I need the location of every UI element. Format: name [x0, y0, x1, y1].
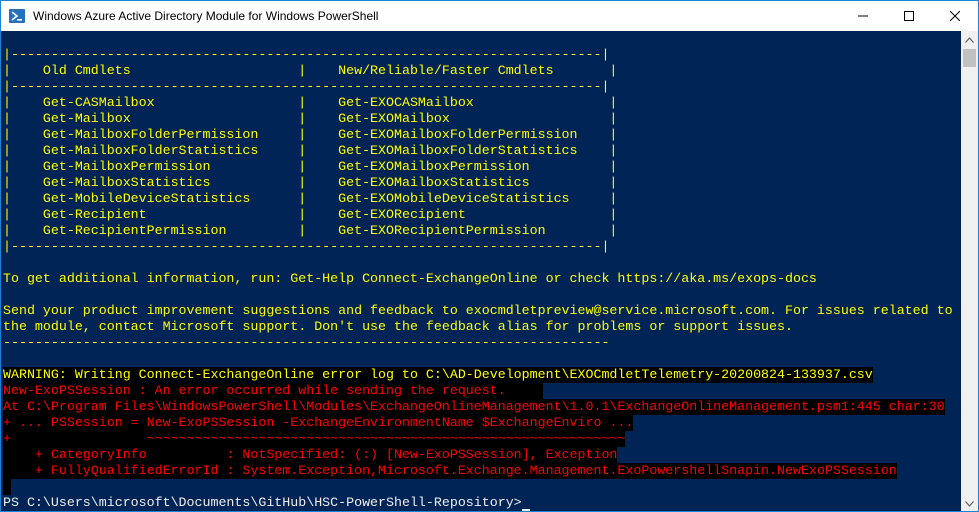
- table-border-header: |---------------------------------------…: [3, 79, 610, 94]
- table-header: | Old Cmdlets | New/Reliable/Faster Cmdl…: [3, 63, 618, 78]
- error-line: + ~~~~~~~~~~~~~~~~~~~~~~~~~~~~~~~~~~~~~~…: [3, 431, 626, 447]
- prompt-text: PS C:\Users\microsoft\Documents\GitHub\H…: [3, 495, 522, 510]
- separator-line: ----------------------------------------…: [3, 335, 610, 350]
- table-row: | Get-Recipient | Get-EXORecipient |: [3, 207, 618, 222]
- scroll-down-button[interactable]: [961, 495, 978, 511]
- chevron-down-icon: [965, 500, 974, 507]
- table-row: | Get-MobileDeviceStatistics | Get-EXOMo…: [3, 191, 618, 206]
- table-row: | Get-Mailbox | Get-EXOMailbox |: [3, 111, 618, 126]
- table-row: | Get-MailboxFolderStatistics | Get-EXOM…: [3, 143, 618, 158]
- error-line: + CategoryInfo : NotSpecified: (:) [New-…: [3, 447, 618, 463]
- console-output[interactable]: |---------------------------------------…: [1, 31, 961, 511]
- feedback-line: the module, contact Microsoft support. D…: [3, 319, 793, 334]
- table-border-top: |---------------------------------------…: [3, 47, 610, 62]
- minimize-icon: [858, 15, 868, 17]
- table-row: | Get-MailboxStatistics | Get-EXOMailbox…: [3, 175, 618, 190]
- scroll-up-button[interactable]: [961, 31, 978, 48]
- title-bar[interactable]: Windows Azure Active Directory Module fo…: [1, 1, 978, 31]
- error-line: + ... PSSession = New-ExoPSSession -Exch…: [3, 415, 634, 431]
- maximize-icon: [904, 11, 914, 21]
- powershell-window: Windows Azure Active Directory Module fo…: [0, 0, 979, 512]
- minimize-button[interactable]: [840, 1, 886, 31]
- table-row: | Get-MailboxFolderPermission | Get-EXOM…: [3, 127, 618, 142]
- help-line: To get additional information, run: Get-…: [3, 271, 817, 286]
- table-row: | Get-RecipientPermission | Get-EXORecip…: [3, 223, 618, 238]
- close-icon: [950, 11, 960, 21]
- prompt-line[interactable]: PS C:\Users\microsoft\Documents\GitHub\H…: [3, 495, 530, 511]
- close-button[interactable]: [932, 1, 978, 31]
- table-row: | Get-MailboxPermission | Get-EXOMailbox…: [3, 159, 618, 174]
- error-line: + FullyQualifiedErrorId : System.Excepti…: [3, 463, 897, 479]
- warning-line: WARNING: Writing Connect-ExchangeOnline …: [3, 367, 873, 383]
- maximize-button[interactable]: [886, 1, 932, 31]
- table-row: | Get-CASMailbox | Get-EXOCASMailbox |: [3, 95, 618, 110]
- scroll-thumb[interactable]: [963, 49, 976, 67]
- text-cursor: [521, 509, 530, 511]
- window-title: Windows Azure Active Directory Module fo…: [33, 9, 379, 23]
- vertical-scrollbar[interactable]: [961, 31, 978, 511]
- error-line: At C:\Program Files\WindowsPowerShell\Mo…: [3, 399, 945, 415]
- error-line: New-ExoPSSession : An error occurred whi…: [3, 383, 506, 399]
- powershell-icon: [9, 9, 25, 23]
- error-background: [3, 479, 11, 495]
- table-border-bottom: |---------------------------------------…: [3, 239, 610, 254]
- feedback-line: Send your product improvement suggestion…: [3, 303, 953, 318]
- chevron-up-icon: [965, 36, 974, 43]
